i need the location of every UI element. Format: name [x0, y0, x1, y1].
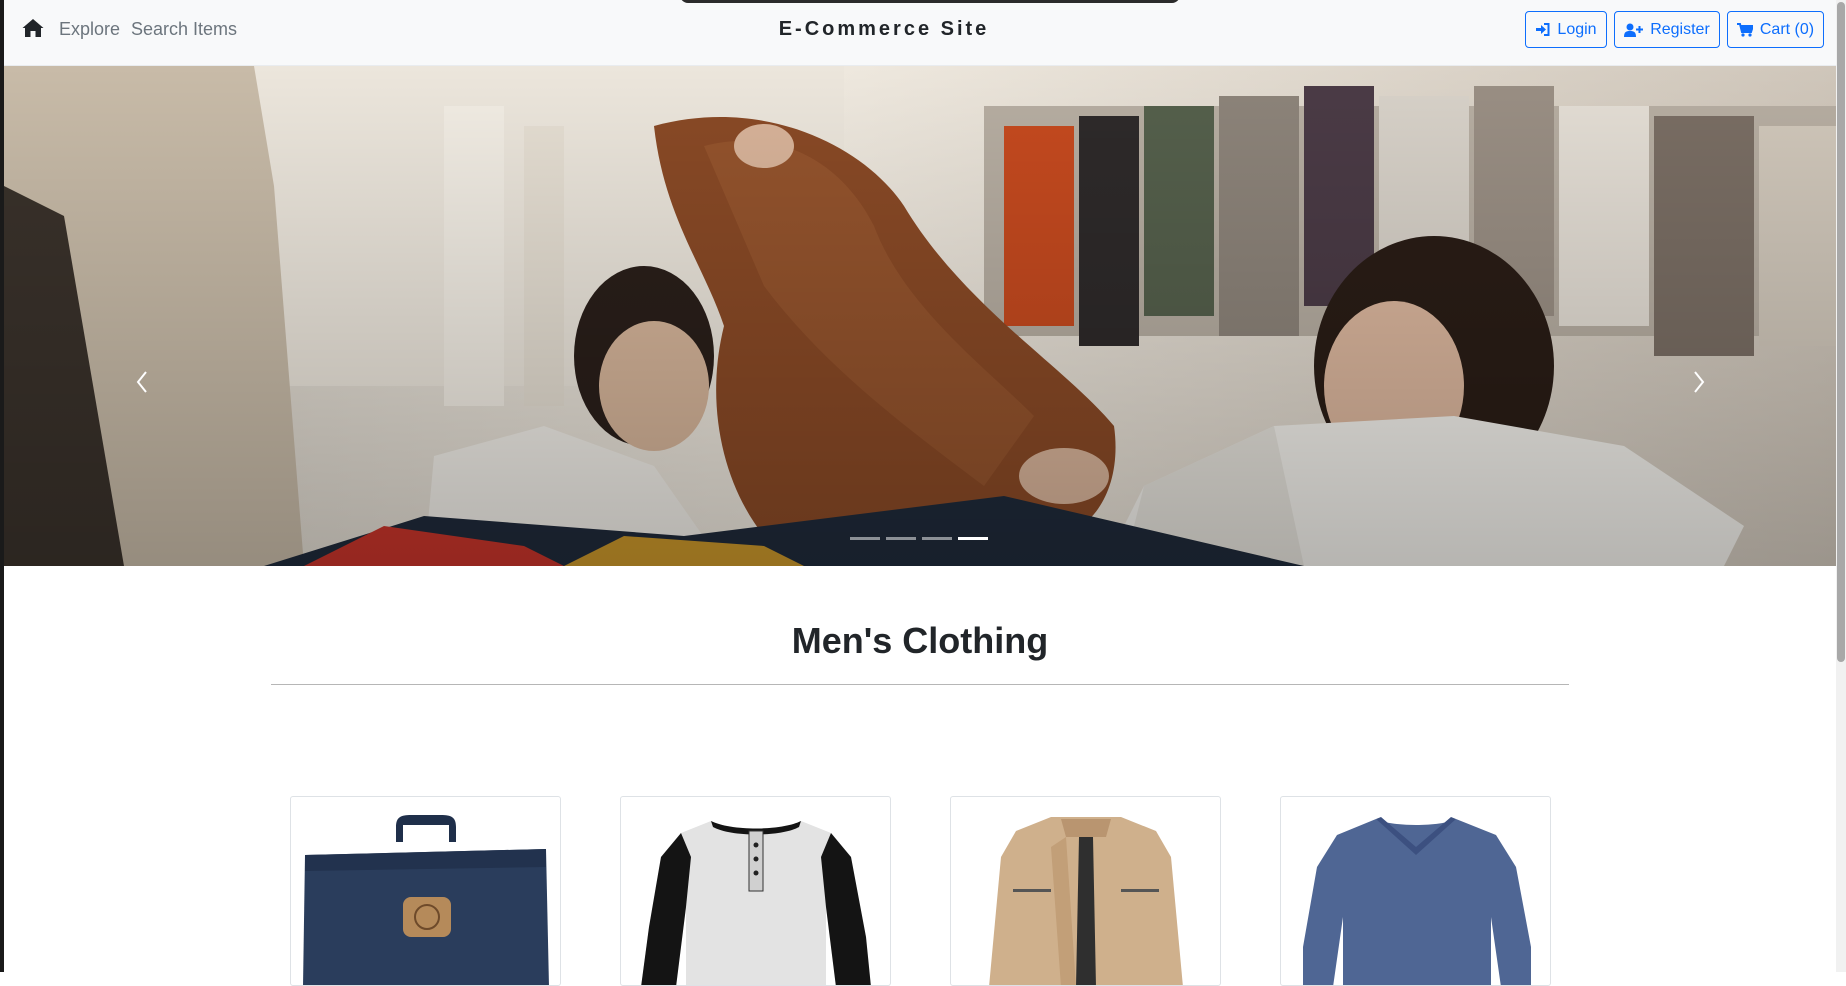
nav-explore[interactable]: Explore [59, 19, 120, 40]
browser-notch [680, 0, 1180, 3]
carousel-slide-image [4, 66, 1836, 566]
chevron-left-icon [136, 371, 147, 393]
product-card[interactable] [290, 796, 561, 986]
hero-carousel [4, 66, 1836, 566]
sign-in-icon [1536, 23, 1550, 36]
section-title: Men's Clothing [791, 620, 1049, 661]
carousel-prev-button[interactable] [128, 352, 158, 412]
carousel-indicators [850, 537, 988, 540]
login-button[interactable]: Login [1525, 11, 1607, 48]
register-label: Register [1650, 20, 1710, 38]
home-icon[interactable] [22, 18, 48, 42]
product-card[interactable] [950, 796, 1221, 986]
product-image-jacket [989, 817, 1183, 985]
carousel-indicator-active[interactable] [958, 537, 988, 540]
cart-label: Cart (0) [1759, 20, 1815, 38]
page-scrollbar[interactable] [1836, 0, 1846, 972]
cart-button[interactable]: Cart (0) [1727, 11, 1824, 48]
site-brand[interactable]: E-Commerce Site [704, 18, 1064, 41]
product-image-henley-shirt [641, 821, 871, 985]
register-button[interactable]: Register [1614, 11, 1720, 48]
product-card[interactable] [620, 796, 891, 986]
cart-icon [1736, 22, 1753, 37]
carousel-indicator[interactable] [850, 537, 880, 540]
login-label: Login [1557, 20, 1597, 38]
navbar: Explore Search Items E-Commerce Site Log… [4, 0, 1836, 66]
chevron-right-icon [1694, 371, 1705, 393]
section-divider [271, 684, 1569, 685]
product-image-longsleeve-tee [1303, 817, 1531, 985]
product-image-backpack [303, 815, 549, 985]
carousel-indicator[interactable] [886, 537, 916, 540]
user-plus-icon [1624, 23, 1644, 37]
nav-search-items[interactable]: Search Items [131, 19, 237, 40]
product-card[interactable] [1280, 796, 1551, 986]
carousel-next-button[interactable] [1683, 352, 1713, 412]
scrollbar-thumb[interactable] [1837, 2, 1845, 662]
page: Explore Search Items E-Commerce Site Log… [0, 0, 1846, 986]
carousel-indicator[interactable] [922, 537, 952, 540]
